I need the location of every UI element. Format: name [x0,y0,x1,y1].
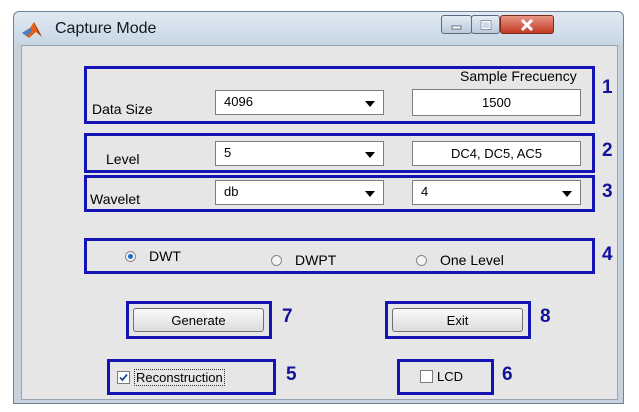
window-title: Capture Mode [55,20,157,37]
capture-mode-window: Capture Mode 1 Data Size 4096 Sample Fre… [13,11,624,404]
maximize-button[interactable] [471,15,500,34]
reconstruction-checkbox[interactable]: Reconstruction [117,369,225,386]
checkmark-icon [119,373,128,382]
reconstruction-label: Reconstruction [134,369,225,386]
exit-button[interactable]: Exit [392,308,523,332]
coefficients-field[interactable]: DC4, DC5, AC5 [412,141,581,166]
radio-dwt-label: DWT [149,248,181,264]
panel-2-number: 2 [602,140,613,161]
reconstruction-number: 5 [286,364,297,385]
panel-1-number: 1 [602,77,613,98]
generate-button[interactable]: Generate [133,308,264,332]
wavelet-order-value: 4 [421,184,429,199]
client-area: 1 Data Size 4096 Sample Frecuency 1500 2… [21,45,618,400]
radio-dwpt-label: DWPT [295,252,337,268]
lcd-label: LCD [437,369,464,384]
radio-one-level[interactable]: One Level [416,252,504,268]
wavelet-order-select[interactable]: 4 [412,180,581,205]
checkbox-box [117,371,130,384]
level-value: 5 [224,145,232,160]
exit-number: 8 [540,306,551,327]
chevron-down-icon [365,152,375,158]
data-size-label: Data Size [92,101,153,117]
panel-4-number: 4 [602,244,613,265]
radio-one-level-label: One Level [440,252,504,268]
radio-unselected-icon [416,254,427,266]
generate-number: 7 [282,306,293,327]
sample-frequency-field[interactable]: 1500 [412,89,581,116]
sample-frequency-label: Sample Frecuency [460,68,577,84]
lcd-checkbox[interactable]: LCD [420,369,463,384]
data-size-value: 4096 [224,94,253,109]
close-icon [520,18,534,31]
chevron-down-icon [365,191,375,197]
minimize-icon [451,25,461,29]
title-bar[interactable]: Capture Mode [14,12,623,45]
maximize-icon [480,19,491,30]
wavelet-family-value: db [224,184,239,199]
wavelet-label: Wavelet [90,191,141,207]
panel-3-number: 3 [602,181,613,202]
radio-dwt[interactable]: DWT [125,248,181,264]
chevron-down-icon [365,101,375,107]
matlab-logo-icon [22,22,42,38]
chevron-down-icon [562,191,572,197]
radio-dwpt[interactable]: DWPT [271,252,336,268]
radio-selected-icon [125,250,136,262]
lcd-number: 6 [502,364,513,385]
data-size-select[interactable]: 4096 [215,90,384,115]
checkbox-box [420,370,433,383]
wavelet-family-select[interactable]: db [215,180,384,205]
radio-unselected-icon [271,254,282,266]
minimize-button[interactable] [441,15,472,34]
close-button[interactable] [500,15,554,34]
level-label: Level [106,151,140,167]
level-select[interactable]: 5 [215,141,384,166]
